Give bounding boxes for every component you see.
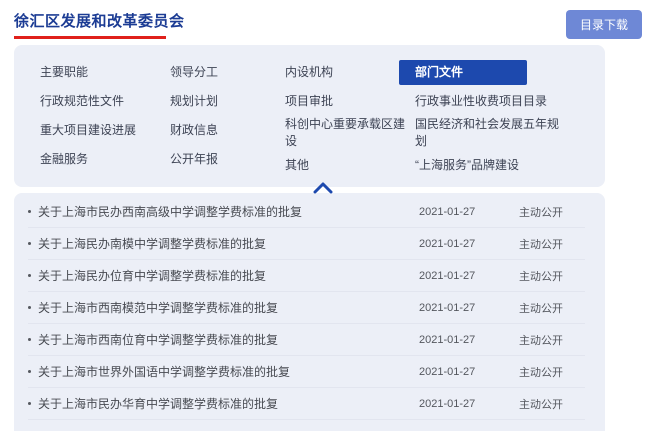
bullet-icon bbox=[28, 370, 31, 373]
document-link[interactable]: 关于上海民办南模中学调整学费标准的批复 bbox=[38, 235, 419, 252]
document-list-panel: 关于上海市民办西南高级中学调整学费标准的批复 2021-01-27 主动公开 关… bbox=[14, 193, 605, 431]
menu-item[interactable]: 金融服务 bbox=[40, 151, 88, 168]
menu-item[interactable]: 主要职能 bbox=[40, 64, 88, 81]
menu-item[interactable]: 项目审批 bbox=[285, 93, 333, 110]
menu-column-3: 内设机构 项目审批 科创中心重要承载区建设 其他 bbox=[285, 58, 415, 180]
directory-download-button[interactable]: 目录下载 bbox=[566, 10, 642, 39]
title-wrap: 徐汇区发展和改革委员会 bbox=[14, 10, 185, 39]
menu-item[interactable]: 内设机构 bbox=[285, 64, 333, 81]
access-type-label: 主动公开 bbox=[519, 364, 585, 380]
bullet-icon bbox=[28, 402, 31, 405]
menu-item[interactable]: 财政信息 bbox=[170, 122, 218, 139]
table-row: 关于上海市民办西南高级中学调整学费标准的批复 2021-01-27 主动公开 bbox=[28, 196, 585, 228]
document-link[interactable]: 关于上海市世界外国语中学调整学费标准的批复 bbox=[38, 363, 419, 380]
menu-columns: 主要职能 行政规范性文件 重大项目建设进展 金融服务 领导分工 规划计划 财政信… bbox=[40, 58, 605, 180]
document-date: 2021-01-27 bbox=[419, 302, 519, 314]
document-date: 2021-01-27 bbox=[419, 366, 519, 378]
access-type-label: 主动公开 bbox=[519, 396, 585, 412]
access-type-label: 主动公开 bbox=[519, 268, 585, 284]
bullet-icon bbox=[28, 338, 31, 341]
menu-item[interactable]: 国民经济和社会发展五年规划 bbox=[415, 116, 567, 151]
bullet-icon bbox=[28, 306, 31, 309]
menu-item[interactable]: 公开年报 bbox=[170, 151, 218, 168]
menu-item[interactable]: 重大项目建设进展 bbox=[40, 122, 136, 139]
table-row: 关于上海民办位育中学调整学费标准的批复 2021-01-27 主动公开 bbox=[28, 260, 585, 292]
document-link[interactable]: 关于上海民办位育中学调整学费标准的批复 bbox=[38, 267, 419, 284]
table-row: 关于上海市世界外国语中学调整学费标准的批复 2021-01-27 主动公开 bbox=[28, 356, 585, 388]
document-date: 2021-01-27 bbox=[419, 238, 519, 250]
menu-item[interactable]: 领导分工 bbox=[170, 64, 218, 81]
bullet-icon bbox=[28, 242, 31, 245]
menu-item[interactable]: 规划计划 bbox=[170, 93, 218, 110]
menu-item[interactable]: 其他 bbox=[285, 157, 309, 174]
menu-item[interactable]: 行政规范性文件 bbox=[40, 93, 124, 110]
access-type-label: 主动公开 bbox=[519, 236, 585, 252]
document-date: 2021-01-27 bbox=[419, 398, 519, 410]
access-type-label: 主动公开 bbox=[519, 300, 585, 316]
menu-item-department-documents[interactable]: 部门文件 bbox=[399, 60, 527, 85]
document-link[interactable]: 关于上海市民办华育中学调整学费标准的批复 bbox=[38, 395, 419, 412]
table-row: 关于上海市西南模范中学调整学费标准的批复 2021-01-27 主动公开 bbox=[28, 292, 585, 324]
document-link[interactable]: 关于上海市西南位育中学调整学费标准的批复 bbox=[38, 331, 419, 348]
document-link[interactable]: 关于上海市民办西南高级中学调整学费标准的批复 bbox=[38, 203, 419, 220]
menu-column-2: 领导分工 规划计划 财政信息 公开年报 bbox=[170, 58, 285, 180]
menu-column-1: 主要职能 行政规范性文件 重大项目建设进展 金融服务 bbox=[40, 58, 170, 180]
header: 徐汇区发展和改革委员会 目录下载 bbox=[0, 0, 650, 39]
title-underline bbox=[14, 36, 166, 39]
document-date: 2021-01-27 bbox=[419, 334, 519, 346]
document-date: 2021-01-27 bbox=[419, 270, 519, 282]
page: 徐汇区发展和改革委员会 目录下载 主要职能 行政规范性文件 重大项目建设进展 金… bbox=[0, 0, 650, 434]
menu-item[interactable]: 行政事业性收费项目目录 bbox=[415, 93, 547, 110]
access-type-label: 主动公开 bbox=[519, 204, 585, 220]
table-row: 关于上海市民办华育中学调整学费标准的批复 2021-01-27 主动公开 bbox=[28, 388, 585, 420]
bullet-icon bbox=[28, 210, 31, 213]
collapse-menu-button[interactable] bbox=[312, 181, 334, 194]
table-row: 关于上海市西南位育中学调整学费标准的批复 2021-01-27 主动公开 bbox=[28, 324, 585, 356]
menu-item[interactable]: “上海服务”品牌建设 bbox=[415, 157, 519, 174]
category-menu-panel: 主要职能 行政规范性文件 重大项目建设进展 金融服务 领导分工 规划计划 财政信… bbox=[14, 45, 605, 187]
chevron-up-icon bbox=[312, 181, 334, 194]
page-title: 徐汇区发展和改革委员会 bbox=[14, 10, 185, 31]
menu-column-4: 部门文件 行政事业性收费项目目录 国民经济和社会发展五年规划 “上海服务”品牌建… bbox=[415, 58, 603, 180]
access-type-label: 主动公开 bbox=[519, 332, 585, 348]
bullet-icon bbox=[28, 274, 31, 277]
table-row: 关于上海民办南模中学调整学费标准的批复 2021-01-27 主动公开 bbox=[28, 228, 585, 260]
menu-item[interactable]: 科创中心重要承载区建设 bbox=[285, 116, 415, 151]
document-date: 2021-01-27 bbox=[419, 206, 519, 218]
document-link[interactable]: 关于上海市西南模范中学调整学费标准的批复 bbox=[38, 299, 419, 316]
